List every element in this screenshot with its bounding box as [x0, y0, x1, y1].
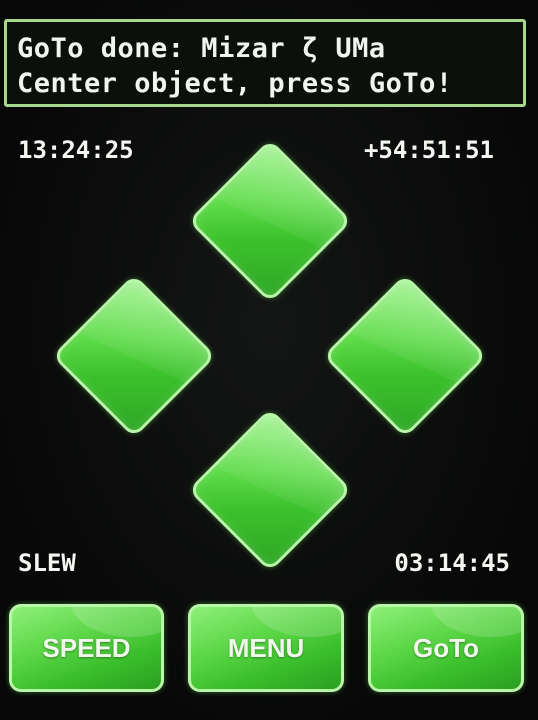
time-readout: 13:24:25 [18, 136, 134, 164]
speed-button-label: SPEED [42, 632, 131, 663]
declination-readout: +54:51:51 [363, 136, 494, 164]
telescope-controller-screen: GoTo done: Mizar ζ UMa Center object, pr… [0, 0, 538, 720]
dpad-up-button[interactable] [187, 138, 353, 304]
status-message-box: GoTo done: Mizar ζ UMa Center object, pr… [4, 19, 526, 107]
speed-button[interactable]: SPEED [9, 604, 164, 692]
dpad-right-button[interactable] [322, 273, 488, 439]
status-line-2: Center object, press GoTo! [17, 68, 453, 99]
dpad-down-button[interactable] [187, 407, 353, 573]
mode-readout: SLEW [18, 549, 76, 577]
status-line-1: GoTo done: Mizar ζ UMa [17, 33, 386, 64]
dpad-left-button[interactable] [51, 273, 217, 439]
menu-button[interactable]: MENU [188, 604, 344, 692]
menu-button-label: MENU [227, 632, 305, 663]
remaining-time-readout: 03:14:45 [394, 549, 510, 577]
goto-button[interactable]: GoTo [368, 604, 524, 692]
goto-button-label: GoTo [413, 632, 479, 663]
